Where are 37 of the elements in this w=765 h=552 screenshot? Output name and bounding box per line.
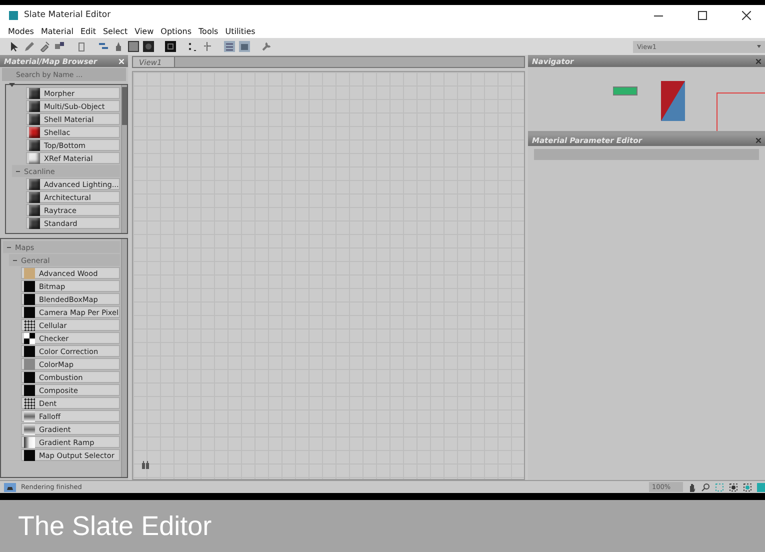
hand-icon[interactable] [688, 482, 696, 492]
close-icon [742, 10, 750, 20]
search-icon[interactable] [701, 482, 710, 492]
binoculars-icon[interactable] [141, 460, 150, 469]
menu-item[interactable]: Material [40, 27, 74, 36]
menu-item[interactable]: Options [160, 27, 192, 36]
swatch-icon [24, 332, 35, 344]
scrollbar[interactable] [120, 85, 127, 233]
dots-icon[interactable] [186, 40, 198, 52]
wrench-icon[interactable] [260, 40, 272, 52]
close-icon[interactable] [756, 58, 761, 64]
node-canvas[interactable] [132, 71, 525, 480]
app-icon [9, 10, 18, 20]
eyedropper-icon[interactable] [38, 40, 50, 52]
menu-item[interactable]: Select [102, 27, 128, 36]
menu-item[interactable]: Utilities [225, 27, 256, 36]
caption: The Slate Editor [18, 510, 212, 542]
scrollbar[interactable] [120, 239, 127, 477]
swatch-icon [24, 424, 35, 434]
caret-icon [757, 45, 761, 48]
swatch-icon [24, 436, 35, 448]
menu-item[interactable]: Edit [80, 27, 96, 36]
frame-selected-icon[interactable] [743, 482, 752, 492]
window-title: Slate Material Editor [24, 10, 112, 20]
list-icon[interactable] [223, 40, 235, 52]
maximize-icon [698, 10, 706, 20]
menu-item[interactable]: View [134, 27, 154, 36]
menu-item[interactable]: Tools [198, 27, 218, 36]
pointer-icon[interactable] [8, 40, 20, 52]
caret-icon[interactable] [9, 83, 15, 87]
menu-item[interactable]: Modes [8, 27, 34, 36]
close-icon[interactable] [756, 138, 761, 142]
swatch-icon [24, 410, 35, 422]
frame-icon[interactable] [729, 482, 738, 492]
swatch-icon [24, 320, 35, 330]
swatch-icon [24, 398, 35, 408]
image-icon[interactable] [238, 40, 250, 52]
